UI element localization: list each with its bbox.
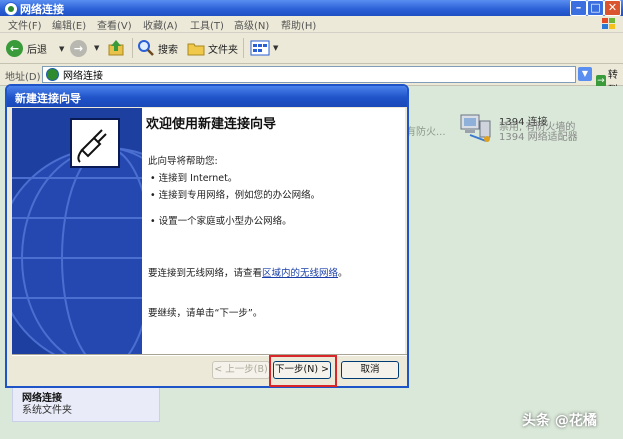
forward-arrow-icon: → <box>70 39 87 57</box>
forward-dropdown-icon: ▼ <box>94 44 100 52</box>
wizard-intro: 此向导将帮助您: <box>148 156 218 167</box>
windows-logo-icon <box>602 18 615 29</box>
network-adapter-icon[interactable] <box>458 113 494 143</box>
toolbar: ← 后退 ▼ → ▼ 搜索 文件夹 ▼ <box>0 33 623 64</box>
toolbar-separator <box>132 38 133 58</box>
network-connections-icon <box>4 2 18 16</box>
menu-tools[interactable]: 工具(T) <box>190 17 224 32</box>
menu-view[interactable]: 查看(V) <box>97 17 132 32</box>
views-button[interactable]: ▼ <box>250 37 278 59</box>
window-titlebar: 网络连接 <box>0 0 623 16</box>
wizard-bullet: • 连接到 Internet。 <box>150 173 238 184</box>
wireless-instruction: 要连接到无线网络，请查看区域内的无线网络。 <box>148 268 348 279</box>
menu-edit[interactable]: 编辑(E) <box>52 17 86 32</box>
search-button[interactable]: 搜索 <box>137 37 178 59</box>
details-subtitle: 系统文件夹 <box>22 405 72 416</box>
cancel-button[interactable]: 取消 <box>341 361 399 379</box>
window-title: 网络连接 <box>20 3 64 16</box>
dialog-title: 新建连接向导 <box>15 92 81 105</box>
toolbar-separator <box>243 38 244 58</box>
maximize-button[interactable]: □ <box>587 0 604 16</box>
back-step-button[interactable]: < 上一步(B) <box>212 361 270 379</box>
connection-status: 禁用, 有防火墙的 1394 网络适配器 <box>499 122 578 143</box>
menu-file[interactable]: 文件(F) <box>8 17 42 32</box>
watermark: 头条 @花橘 <box>522 413 597 429</box>
minimize-button[interactable]: – <box>570 0 587 16</box>
wizard-heading: 欢迎使用新建连接向导 <box>146 117 277 132</box>
views-dropdown-icon: ▼ <box>273 44 279 52</box>
address-label: 地址(D) <box>5 72 41 83</box>
next-button-highlight <box>269 355 337 387</box>
wireless-networks-link[interactable]: 区域内的无线网络 <box>262 268 338 279</box>
wizard-bullet: • 设置一个家庭或小型办公网络。 <box>150 216 292 227</box>
back-arrow-icon: ← <box>6 39 23 57</box>
up-folder-button[interactable] <box>107 37 125 59</box>
close-button[interactable]: ✕ <box>604 0 621 16</box>
back-button[interactable]: ← 后退 <box>6 37 47 59</box>
search-icon <box>138 40 154 56</box>
menu-bar: 文件(F) 编辑(E) 查看(V) 收藏(A) 工具(T) 高级(N) 帮助(H… <box>0 16 623 33</box>
folders-icon <box>187 43 205 56</box>
address-value: 网络连接 <box>63 71 103 82</box>
connection-plug-icon <box>70 118 120 168</box>
dialog-divider <box>12 354 407 356</box>
address-dropdown-icon[interactable]: ▼ <box>578 67 592 81</box>
dialog-titlebar: 新建连接向导 <box>7 86 407 107</box>
menu-help[interactable]: 帮助(H) <box>281 17 316 32</box>
address-input[interactable]: 网络连接 <box>42 66 576 83</box>
menu-favorites[interactable]: 收藏(A) <box>143 17 178 32</box>
wizard-bullet: • 连接到专用网络，例如您的办公网络。 <box>150 190 321 201</box>
network-connections-icon <box>46 68 59 81</box>
forward-button[interactable]: → ▼ <box>70 37 99 59</box>
back-dropdown-icon[interactable]: ▼ <box>59 45 64 53</box>
folders-button[interactable]: 文件夹 <box>187 37 238 59</box>
continue-instruction: 要继续，请单击“下一步”。 <box>148 308 263 319</box>
connection-status-partial: 有防火... <box>406 127 446 138</box>
up-folder-icon <box>108 40 124 56</box>
address-bar: 地址(D) 网络连接 ▼ → 转到 <box>0 64 623 96</box>
menu-advanced[interactable]: 高级(N) <box>234 17 269 32</box>
views-icon <box>250 40 270 56</box>
